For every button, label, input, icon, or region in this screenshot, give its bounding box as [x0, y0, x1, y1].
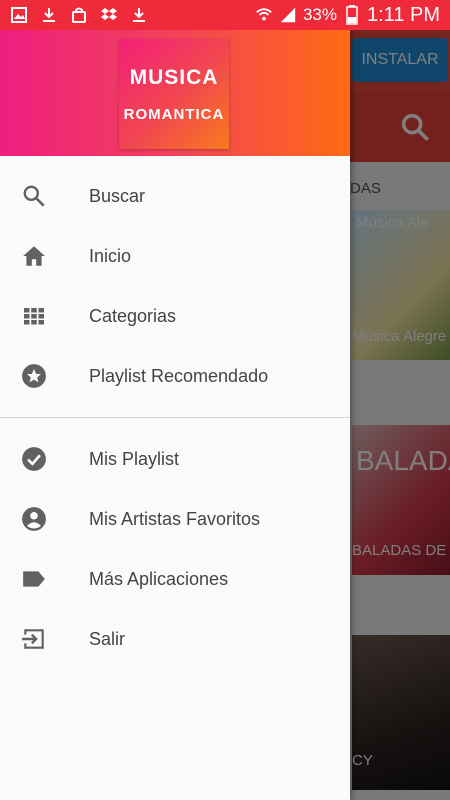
menu-item-label: Mis Artistas Favoritos [89, 508, 261, 529]
check-circle-icon [20, 445, 48, 473]
navigation-drawer: MUSICA ROMANTICA Buscar Inicio Categoria… [0, 30, 350, 800]
menu-item-label: Playlist Recomendado [89, 365, 269, 386]
menu-item-label: Inicio [89, 245, 132, 266]
menu-item-inicio[interactable]: Inicio [0, 226, 350, 286]
menu-item-label: Salir [89, 628, 126, 649]
menu-item-mas-aplicaciones[interactable]: Más Aplicaciones [0, 549, 350, 609]
menu-item-buscar[interactable]: Buscar [0, 166, 350, 226]
menu-item-salir[interactable]: Salir [0, 609, 350, 669]
menu-item-mis-artistas-favoritos[interactable]: Mis Artistas Favoritos [0, 489, 350, 549]
battery-icon [343, 5, 361, 25]
logo-line2: ROMANTICA [123, 105, 225, 123]
battery-percent: 33% [302, 5, 337, 24]
clock: 1:11 PM [367, 3, 440, 26]
gallery-icon [10, 6, 28, 24]
menu-divider [0, 417, 350, 418]
grid-icon [20, 302, 48, 330]
star-icon [20, 362, 48, 390]
exit-icon [20, 625, 48, 653]
search-icon [20, 182, 48, 210]
menu-item-label: Buscar [89, 185, 146, 206]
notification-icons [10, 6, 148, 24]
label-icon [20, 565, 48, 593]
menu-item-label: Más Aplicaciones [89, 568, 229, 589]
app-logo: MUSICA ROMANTICA [119, 39, 229, 149]
wifi-icon [255, 6, 273, 24]
menu-item-categorias[interactable]: Categorias [0, 286, 350, 346]
menu-item-playlist-recomendado[interactable]: Playlist Recomendado [0, 346, 350, 406]
logo-line1: MUSICA [129, 65, 219, 89]
menu-item-label: Mis Playlist [89, 448, 180, 469]
signal-icon [279, 6, 297, 24]
download-icon [40, 6, 58, 24]
dropbox-icon [100, 6, 118, 24]
menu-item-label: Categorias [89, 305, 177, 326]
status-bar: 33% 1:11 PM [0, 0, 450, 30]
account-circle-icon [20, 505, 48, 533]
drawer-header: MUSICA ROMANTICA [0, 30, 350, 156]
menu-item-mis-playlist[interactable]: Mis Playlist [0, 429, 350, 489]
home-icon [20, 242, 48, 270]
download-icon [130, 6, 148, 24]
bag-icon [70, 6, 88, 24]
